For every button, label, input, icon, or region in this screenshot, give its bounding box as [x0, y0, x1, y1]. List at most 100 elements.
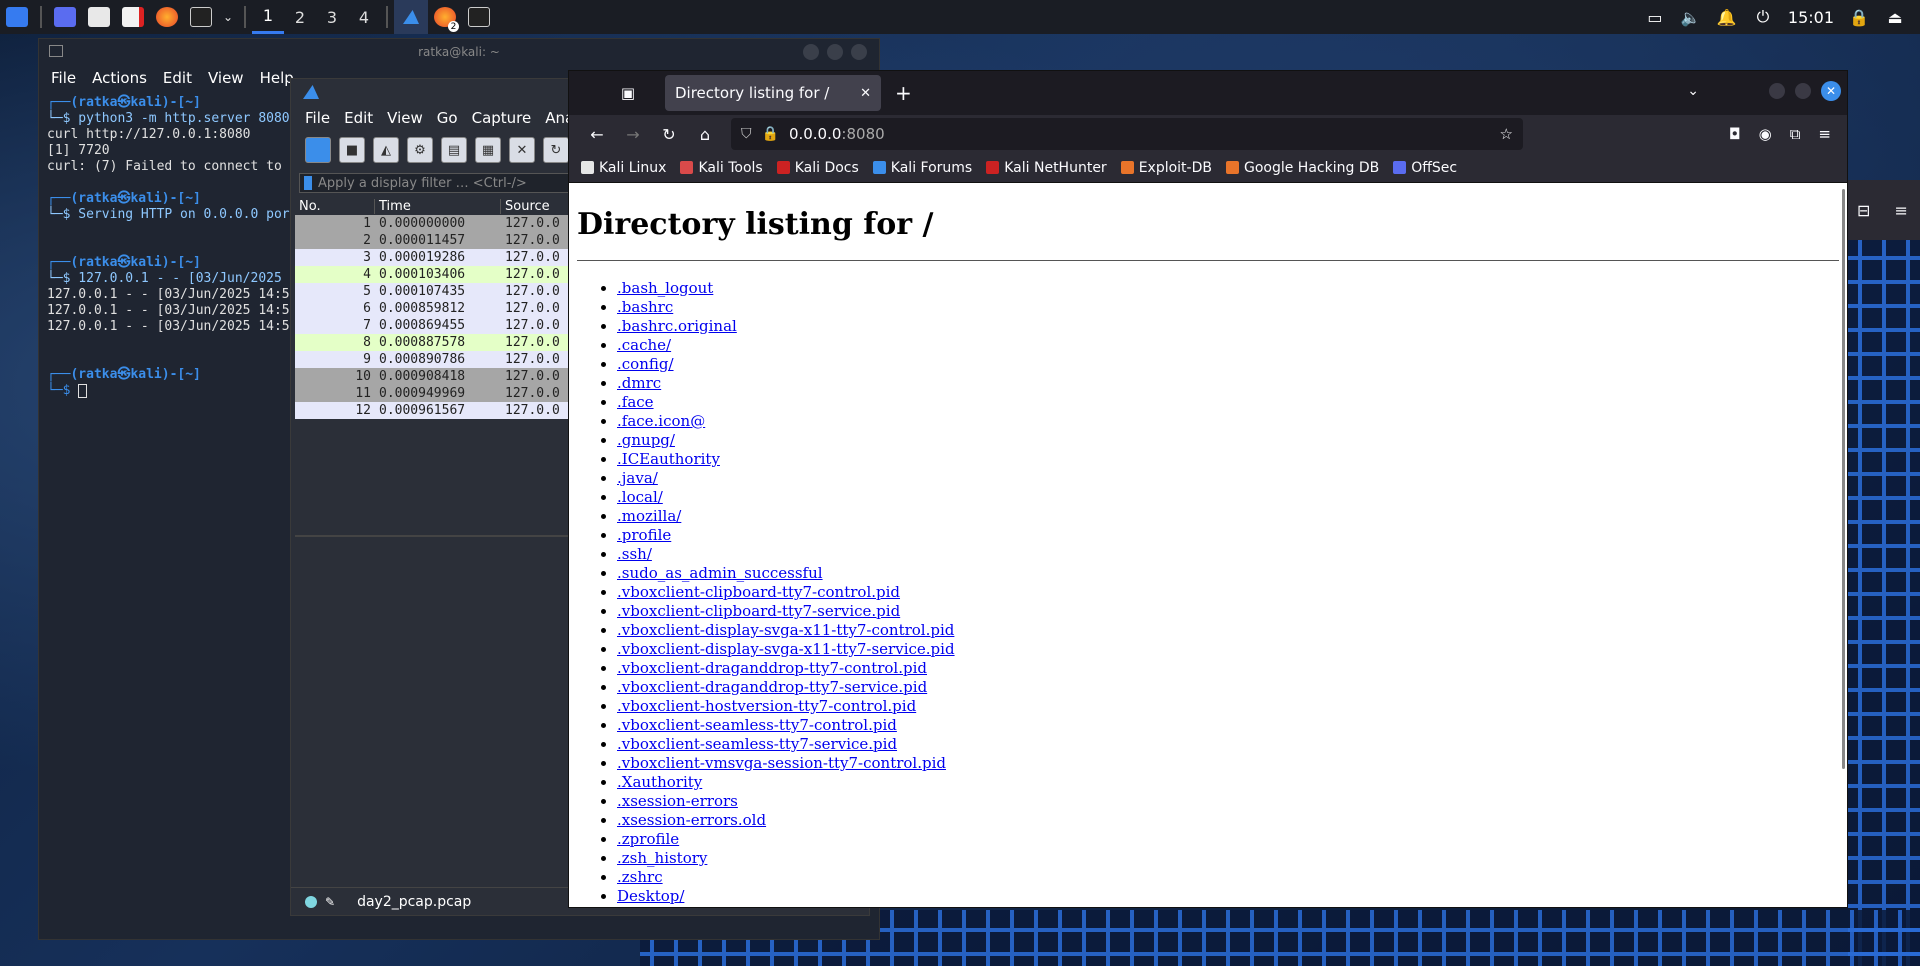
directory-entry-link[interactable]: .xsession-errors	[617, 792, 738, 810]
minimize-button[interactable]	[1769, 83, 1785, 99]
directory-entry-link[interactable]: .xsession-errors.old	[617, 811, 766, 829]
menu-edit[interactable]: Edit	[163, 69, 192, 87]
bookmark-item[interactable]: Kali NetHunter	[986, 160, 1107, 176]
bookmark-item[interactable]: Kali Tools	[680, 160, 763, 176]
home-icon[interactable]: ⌂	[687, 119, 723, 149]
list-tabs-chevron-icon[interactable]: ⌄	[1687, 83, 1699, 99]
stop-capture-icon[interactable]: ■	[339, 137, 365, 163]
bookmark-item[interactable]: Kali Linux	[581, 160, 666, 176]
menu-help[interactable]: Help	[260, 69, 294, 87]
open-file-icon[interactable]: ▤	[441, 137, 467, 163]
edit-comment-icon[interactable]: ✎	[325, 895, 335, 909]
save-file-icon[interactable]: ▦	[475, 137, 501, 163]
new-tab-icon[interactable]: +	[895, 81, 912, 105]
account-icon[interactable]: ◉	[1759, 125, 1772, 143]
directory-entry-link[interactable]: .zprofile	[617, 830, 679, 848]
directory-entry-link[interactable]: .face	[617, 393, 654, 411]
text-editor-icon[interactable]	[116, 0, 150, 34]
forward-icon[interactable]: →	[615, 119, 651, 149]
close-file-icon[interactable]: ✕	[509, 137, 535, 163]
ws-menu-file[interactable]: File	[305, 109, 330, 127]
bookmark-item[interactable]: Kali Docs	[776, 160, 859, 176]
column-no[interactable]: No.	[295, 198, 375, 214]
lock-icon[interactable]: 🔒	[1848, 6, 1870, 28]
workspace-1[interactable]: 1	[252, 0, 284, 34]
directory-entry-link[interactable]: .zshrc	[617, 868, 663, 886]
terminal-titlebar[interactable]: ratka@kali: ~	[39, 39, 879, 65]
ws-menu-edit[interactable]: Edit	[344, 109, 373, 127]
directory-entry-link[interactable]: .java/	[617, 469, 658, 487]
restart-capture-icon[interactable]: ◭	[373, 137, 399, 163]
directory-entry-link[interactable]: .vboxclient-vmsvga-session-tty7-control.…	[617, 754, 946, 772]
directory-entry-link[interactable]: .sudo_as_admin_successful	[617, 564, 823, 582]
directory-entry-link[interactable]: .ICEauthority	[617, 450, 720, 468]
firefox-launcher-icon[interactable]	[150, 0, 184, 34]
ws-menu-capture[interactable]: Capture	[472, 109, 532, 127]
bookmark-icon[interactable]	[304, 176, 312, 190]
kali-menu-icon[interactable]	[0, 0, 34, 34]
app-menu-icon[interactable]: ≡	[1818, 125, 1831, 143]
close-button[interactable]: ✕	[1821, 81, 1841, 101]
directory-entry-link[interactable]: .vboxclient-draganddrop-tty7-service.pid	[617, 678, 927, 696]
clock[interactable]: 15:01	[1788, 8, 1834, 27]
menu-actions[interactable]: Actions	[92, 69, 147, 87]
directory-entry-link[interactable]: .gnupg/	[617, 431, 675, 449]
sidebar-toggle-icon[interactable]: ⊟	[1857, 201, 1870, 220]
menu-view[interactable]: View	[208, 69, 244, 87]
directory-entry-link[interactable]: Desktop/	[617, 887, 684, 905]
directory-entry-link[interactable]: .local/	[617, 488, 663, 506]
menu-file[interactable]: File	[51, 69, 76, 87]
directory-entry-link[interactable]: .zsh_history	[617, 849, 707, 867]
column-source[interactable]: Source	[501, 199, 571, 214]
directory-entry-link[interactable]: .vboxclient-seamless-tty7-control.pid	[617, 716, 897, 734]
terminal-task-icon[interactable]	[462, 0, 496, 34]
extensions-icon[interactable]: ⧉	[1790, 125, 1801, 143]
directory-entry-link[interactable]: .dmrc	[617, 374, 661, 392]
bookmark-star-icon[interactable]: ☆	[1500, 125, 1513, 143]
directory-entry-link[interactable]: .config/	[617, 355, 674, 373]
shield-icon[interactable]: ⛉	[741, 126, 752, 142]
directory-entry-link[interactable]: .mozilla/	[617, 507, 681, 525]
bookmark-item[interactable]: Kali Forums	[872, 160, 972, 176]
page-scrollbar[interactable]	[1842, 189, 1845, 769]
maximize-button[interactable]	[827, 44, 843, 60]
workspace-4[interactable]: 4	[348, 0, 380, 34]
directory-entry-link[interactable]: .profile	[617, 526, 671, 544]
url-bar[interactable]: ⛉ 🔒 0.0.0.0 :8080 ☆	[731, 118, 1523, 150]
file-manager-icon[interactable]	[82, 0, 116, 34]
menu-icon[interactable]: ≡	[1895, 201, 1908, 220]
directory-entry-link[interactable]: .ssh/	[617, 545, 652, 563]
directory-entry-link[interactable]: .bashrc.original	[617, 317, 737, 335]
directory-entry-link[interactable]: .vboxclient-clipboard-tty7-service.pid	[617, 602, 900, 620]
workspace-2[interactable]: 2	[284, 0, 316, 34]
directory-entry-link[interactable]: .face.icon@	[617, 412, 705, 430]
directory-entry-link[interactable]: .Xauthority	[617, 773, 702, 791]
page-content[interactable]: Directory listing for / .bash_logout.bas…	[569, 185, 1847, 907]
capture-options-icon[interactable]: ⚙	[407, 137, 433, 163]
bookmark-item[interactable]: Exploit-DB	[1120, 160, 1212, 176]
pocket-icon[interactable]: ◘	[1729, 125, 1741, 143]
bookmark-item[interactable]: OffSec	[1393, 160, 1457, 176]
firefox-view-icon[interactable]: ▣	[607, 78, 649, 108]
directory-entry-link[interactable]: .vboxclient-display-svga-x11-tty7-servic…	[617, 640, 955, 658]
show-desktop-icon[interactable]	[48, 0, 82, 34]
firefox-window[interactable]: ▣ Directory listing for / ✕ + ⌄ ✕ ← → ↻ …	[568, 70, 1848, 908]
chevron-down-icon[interactable]: ⌄	[218, 0, 238, 34]
directory-entry-link[interactable]: .vboxclient-draganddrop-tty7-control.pid	[617, 659, 927, 677]
wireshark-task-icon[interactable]	[394, 0, 428, 34]
workspace-3[interactable]: 3	[316, 0, 348, 34]
start-capture-icon[interactable]	[305, 137, 331, 163]
maximize-button[interactable]	[1795, 83, 1811, 99]
notification-bell-icon[interactable]: 🔔	[1716, 6, 1738, 28]
bookmark-item[interactable]: Google Hacking DB	[1225, 160, 1379, 176]
minimize-button[interactable]	[803, 44, 819, 60]
directory-entry-link[interactable]: .vboxclient-hostversion-tty7-control.pid	[617, 697, 916, 715]
directory-entry-link[interactable]: .vboxclient-clipboard-tty7-control.pid	[617, 583, 900, 601]
directory-entry-link[interactable]: .cache/	[617, 336, 671, 354]
directory-entry-link[interactable]: .bashrc	[617, 298, 673, 316]
power-icon[interactable]: ⏻	[1752, 6, 1774, 28]
directory-entry-link[interactable]: .vboxclient-seamless-tty7-service.pid	[617, 735, 897, 753]
terminal-launcher-icon[interactable]	[184, 0, 218, 34]
directory-entry-link[interactable]: .bash_logout	[617, 279, 713, 297]
reload-icon[interactable]: ↻	[651, 119, 687, 149]
